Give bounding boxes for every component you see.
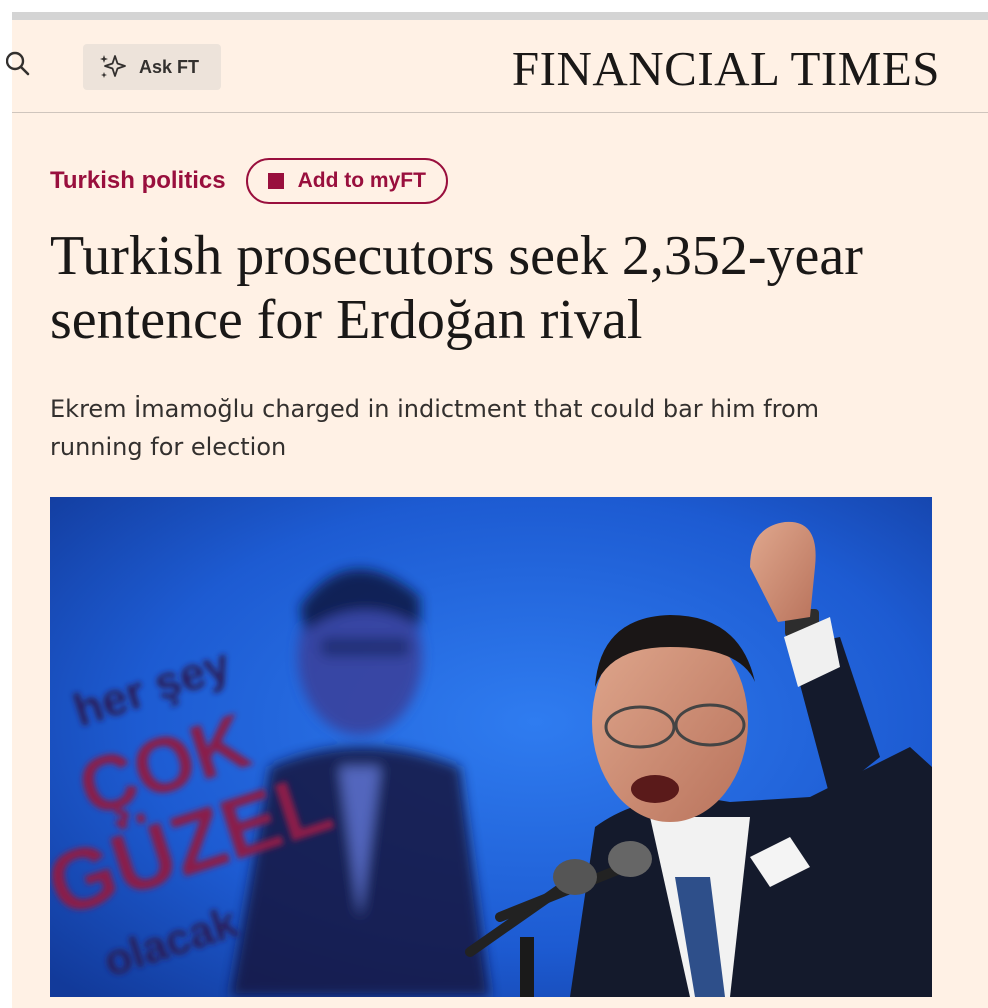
article-standfirst: Ekrem İmamoğlu charged in indictment tha… (50, 395, 820, 461)
myft-square-icon (267, 173, 284, 189)
search-icon (5, 51, 30, 76)
ft-masthead-logo[interactable]: FINANCIAL TIMES (440, 40, 940, 97)
add-to-myft-label: Add to myFT (297, 169, 426, 192)
ask-ft-label: Ask FT (139, 56, 200, 77)
search-button[interactable] (5, 50, 36, 80)
article-headline: Turkish prosecutors seek 2,352-year sent… (50, 225, 863, 351)
left-gutter (0, 0, 12, 1008)
browser-top-strip (0, 0, 988, 12)
page: Ask FT FINANCIAL TIMES Turkish politics … (0, 0, 988, 1008)
topic-link[interactable]: Turkish politics (50, 167, 226, 195)
sparkle-icon (100, 55, 126, 78)
ask-ft-button[interactable]: Ask FT (83, 44, 221, 90)
site-header: Ask FT FINANCIAL TIMES (5, 20, 988, 113)
add-to-myft-button[interactable]: Add to myFT (245, 158, 448, 204)
hero-photo: her şey ÇOK GÜZEL olacak (50, 497, 932, 997)
article-hero-image: her şey ÇOK GÜZEL olacak (50, 497, 932, 997)
topic-row: Turkish politics Add to myFT (50, 156, 448, 206)
top-divider (0, 12, 988, 20)
